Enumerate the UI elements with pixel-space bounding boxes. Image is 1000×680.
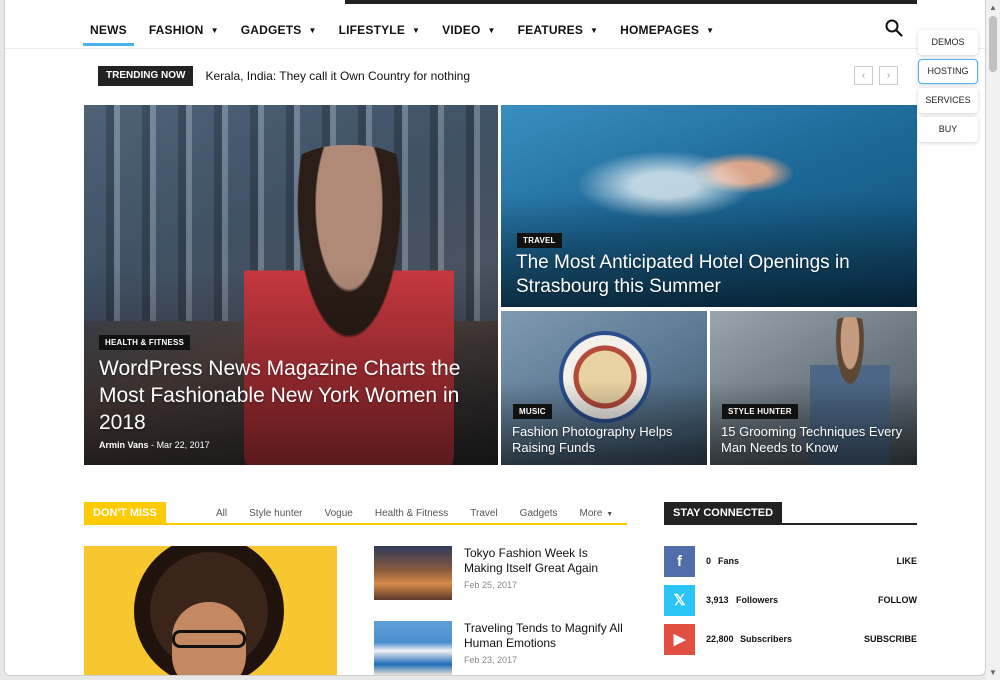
- tab-gadgets[interactable]: Gadgets: [509, 502, 569, 525]
- services-button[interactable]: SERVICES: [918, 88, 978, 113]
- meta-separator: -: [151, 440, 155, 450]
- nav-lifestyle[interactable]: LIFESTYLE ▼: [328, 14, 432, 46]
- nav-label: HOMEPAGES: [620, 23, 700, 37]
- nav-label: GADGETS: [240, 23, 302, 37]
- search-icon[interactable]: [885, 19, 903, 37]
- hero-style-tile[interactable]: 15 Grooming Techniques Every Man Needs t…: [710, 311, 917, 465]
- category-badge[interactable]: HEALTH & FITNESS: [99, 335, 191, 350]
- post-date: Feb 25, 2017: [464, 580, 518, 590]
- tab-style-hunter[interactable]: Style hunter: [238, 502, 313, 525]
- hero-travel-tile[interactable]: The Most Anticipated Hotel Openings in S…: [501, 105, 917, 307]
- dont-miss-tabs: All Style hunter Vogue Health & Fitness …: [205, 502, 624, 525]
- hero-style-title[interactable]: 15 Grooming Techniques Every Man Needs t…: [721, 424, 911, 456]
- dont-miss-label: DON'T MISS: [84, 502, 166, 525]
- trending-prev-button[interactable]: ‹: [854, 66, 873, 85]
- hero-main-meta: Armin Vans - Mar 22, 2017: [99, 440, 210, 450]
- youtube-icon[interactable]: ▶: [664, 624, 695, 655]
- nav-features[interactable]: FEATURES ▼: [507, 14, 610, 46]
- nav-label: NEWS: [90, 23, 127, 37]
- page-frame: NEWS FASHION ▼ GADGETS ▼ LIFESTYLE ▼ VIDEO ▼…: [4, 0, 986, 676]
- chevron-down-icon: ▼: [487, 25, 496, 35]
- hero-main-title[interactable]: WordPress News Magazine Charts the Most …: [99, 355, 479, 436]
- trending-label: TRENDING NOW: [98, 66, 194, 86]
- trending-bar: TRENDING NOW Kerala, India: They call it…: [98, 66, 470, 86]
- buy-button[interactable]: BUY: [918, 117, 978, 142]
- hero-travel-title[interactable]: The Most Anticipated Hotel Openings in S…: [516, 251, 896, 299]
- stay-connected-header: STAY CONNECTED: [664, 502, 917, 525]
- post-title[interactable]: Traveling Tends to Magnify All Human Emo…: [464, 621, 629, 651]
- tab-vogue[interactable]: Vogue: [314, 502, 364, 525]
- scrollbar-thumb[interactable]: [989, 16, 997, 72]
- tab-health-fitness[interactable]: Health & Fitness: [364, 502, 459, 525]
- chevron-down-icon: ▼: [412, 25, 421, 35]
- trending-next-button[interactable]: ›: [879, 66, 898, 85]
- social-count: 0: [706, 556, 712, 566]
- hero-music-title[interactable]: Fashion Photography Helps Raising Funds: [512, 424, 702, 456]
- chevron-down-icon: ▼: [308, 25, 317, 35]
- nav-label: LIFESTYLE: [338, 23, 406, 37]
- follow-button[interactable]: FOLLOW: [878, 595, 917, 605]
- nav-news[interactable]: NEWS: [79, 14, 138, 46]
- nav-gadgets[interactable]: GADGETS ▼: [230, 14, 328, 46]
- category-badge[interactable]: TRAVEL: [517, 233, 562, 248]
- social-row-x: 𝕏 3,913 Followers FOLLOW: [664, 585, 917, 617]
- nav-homepages[interactable]: HOMEPAGES ▼: [609, 14, 725, 46]
- x-icon[interactable]: 𝕏: [664, 585, 695, 616]
- hosting-button[interactable]: HOSTING: [918, 59, 978, 84]
- social-count: 3,913: [706, 595, 729, 605]
- hero-music-tile[interactable]: Fashion Photography Helps Raising Funds: [501, 311, 707, 465]
- post-date: Mar 22, 2017: [156, 440, 210, 450]
- scroll-up-icon[interactable]: ▲: [989, 3, 997, 12]
- social-unit: Fans: [718, 556, 740, 566]
- stay-connected-label: STAY CONNECTED: [664, 502, 783, 525]
- list-item[interactable]: Traveling Tends to Magnify All Human Emo…: [374, 621, 629, 675]
- facebook-icon[interactable]: f: [664, 546, 695, 577]
- trending-headline[interactable]: Kerala, India: They call it Own Country …: [205, 69, 470, 83]
- chevron-down-icon: ▼: [706, 25, 715, 35]
- post-thumbnail[interactable]: [374, 546, 452, 600]
- chevron-down-icon: ▼: [606, 511, 614, 518]
- scrollbar[interactable]: ▲ ▼: [986, 0, 1000, 680]
- nav-label: VIDEO: [442, 23, 481, 37]
- nav-label: FASHION: [148, 23, 204, 37]
- demos-button[interactable]: DEMOS: [918, 30, 978, 55]
- hero-main-tile[interactable]: WordPress News Magazine Charts the Most …: [84, 105, 498, 465]
- scroll-down-icon[interactable]: ▼: [989, 668, 997, 677]
- social-unit: Subscribers: [740, 634, 793, 644]
- post-title[interactable]: Tokyo Fashion Week Is Making Itself Grea…: [464, 546, 629, 576]
- social-count: 22,800: [706, 634, 734, 644]
- category-badge[interactable]: STYLE HUNTER: [722, 404, 798, 419]
- author-name[interactable]: Armin Vans: [99, 440, 149, 450]
- chevron-down-icon: ▼: [210, 25, 219, 35]
- tab-more-label: More: [579, 508, 603, 519]
- nav-label: FEATURES: [517, 23, 584, 37]
- side-buttons: DEMOS HOSTING SERVICES BUY: [918, 30, 978, 146]
- post-thumbnail[interactable]: [374, 621, 452, 675]
- tab-travel[interactable]: Travel: [459, 502, 508, 525]
- glasses-graphic: [172, 630, 246, 648]
- category-badge[interactable]: MUSIC: [513, 404, 552, 419]
- dont-miss-header: DON'T MISS All Style hunter Vogue Health…: [84, 502, 627, 525]
- main-nav: NEWS FASHION ▼ GADGETS ▼ LIFESTYLE ▼ VIDEO ▼…: [79, 14, 725, 48]
- nav-fashion[interactable]: FASHION ▼: [138, 14, 230, 46]
- subscribe-button[interactable]: SUBSCRIBE: [864, 634, 917, 644]
- social-row-youtube: ▶ 22,800 Subscribers SUBSCRIBE: [664, 624, 917, 656]
- list-item[interactable]: Tokyo Fashion Week Is Making Itself Grea…: [374, 546, 627, 606]
- dont-miss-featured-image[interactable]: [84, 546, 337, 675]
- nav-video[interactable]: VIDEO ▼: [431, 14, 506, 46]
- chevron-down-icon: ▼: [590, 25, 599, 35]
- tab-more[interactable]: More ▼: [568, 502, 624, 525]
- tab-all[interactable]: All: [205, 502, 238, 525]
- nav-divider: [5, 48, 985, 49]
- post-date: Feb 23, 2017: [464, 655, 518, 665]
- social-unit: Followers: [736, 595, 779, 605]
- social-row-facebook: f 0 Fans LIKE: [664, 546, 917, 578]
- top-strip: [345, 0, 917, 4]
- like-button[interactable]: LIKE: [896, 556, 917, 566]
